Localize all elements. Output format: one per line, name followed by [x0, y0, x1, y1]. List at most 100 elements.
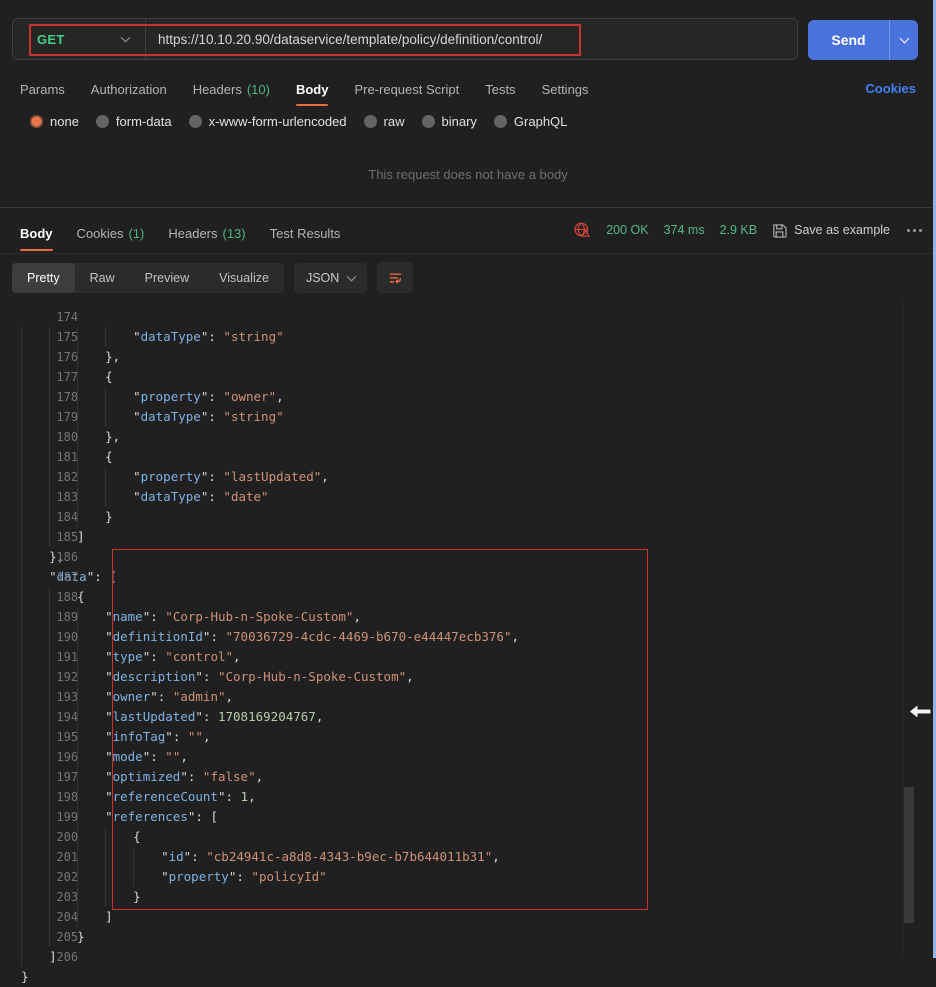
response-tab-test-results[interactable]: Test Results — [270, 215, 341, 251]
json-string: Corp-Hub-n-Spoke-Custom — [218, 669, 406, 684]
body-type-graphql[interactable]: GraphQL — [494, 114, 567, 129]
body-type-x-www-form-urlencoded[interactable]: x-www-form-urlencoded — [189, 114, 347, 129]
body-type-none[interactable]: none — [30, 114, 79, 129]
view-mode-visualize[interactable]: Visualize — [204, 263, 284, 293]
json-key: lastUpdated — [105, 709, 203, 724]
send-button-label: Send — [808, 32, 889, 48]
json-punctuation: : [ — [94, 569, 117, 584]
line-number: 204 — [36, 907, 78, 927]
code-line: 188 name: Corp-Hub-n-Spoke-Custom, — [0, 567, 900, 587]
response-tab-headers[interactable]: Headers (13) — [168, 215, 245, 251]
line-number: 181 — [36, 447, 78, 467]
tab-label: Authorization — [91, 82, 167, 97]
more-options-button[interactable] — [907, 229, 922, 232]
line-number: 178 — [36, 387, 78, 407]
line-number: 179 — [36, 407, 78, 427]
json-punctuation: } — [133, 889, 141, 904]
json-punctuation: : — [150, 649, 165, 664]
code-line: 175 }, — [0, 307, 900, 327]
line-number: 201 — [36, 847, 78, 867]
code-line: 185 }, — [0, 507, 900, 527]
request-tabs: Params Authorization Headers (10) Body P… — [20, 72, 589, 106]
view-mode-raw[interactable]: Raw — [75, 263, 130, 293]
response-size[interactable]: 2.9 KB — [720, 223, 758, 237]
tab-label: Body — [296, 82, 329, 97]
tab-label: Params — [20, 82, 65, 97]
json-key: mode — [105, 749, 150, 764]
json-punctuation: , — [321, 469, 329, 484]
request-tab-pre-request-script[interactable]: Pre-request Script — [354, 72, 459, 106]
save-as-example-button[interactable]: Save as example — [772, 223, 890, 238]
json-punctuation: , — [256, 769, 264, 784]
json-punctuation: , — [248, 789, 256, 804]
scrollbar-thumb[interactable] — [904, 787, 914, 923]
response-tab-body[interactable]: Body — [20, 215, 53, 251]
line-number: 176 — [36, 347, 78, 367]
chevron-down-icon — [121, 33, 131, 43]
body-type-options: none form-data x-www-form-urlencoded raw… — [30, 114, 567, 129]
line-number: 192 — [36, 667, 78, 687]
request-tab-authorization[interactable]: Authorization — [91, 72, 167, 106]
radio-icon — [422, 115, 435, 128]
request-tab-headers[interactable]: Headers (10) — [193, 72, 270, 106]
line-number: 182 — [36, 467, 78, 487]
line-number: 188 — [36, 587, 78, 607]
code-line: 178 dataType: string — [0, 367, 900, 387]
json-punctuation: : — [158, 689, 173, 704]
method-dropdown[interactable]: GET — [13, 19, 145, 59]
cookies-link[interactable]: Cookies — [865, 81, 916, 96]
scrollbar-track[interactable] — [902, 298, 913, 958]
chevron-down-icon — [347, 271, 357, 281]
send-button[interactable]: Send — [808, 20, 918, 60]
body-type-form-data[interactable]: form-data — [96, 114, 172, 129]
url-input[interactable]: https://10.10.20.90/dataservice/template… — [158, 32, 542, 47]
format-dropdown[interactable]: JSON — [294, 263, 367, 293]
json-punctuation: { — [105, 369, 113, 384]
json-string: Corp-Hub-n-Spoke-Custom — [165, 609, 353, 624]
view-mode-pretty[interactable]: Pretty — [12, 263, 75, 293]
json-string: cb24941c-a8d8-4343-b9ec-b7b644011b31 — [206, 849, 492, 864]
network-warning-icon — [573, 221, 591, 239]
json-string: 70036729-4cdc-4469-b670-e44447ecb376 — [226, 629, 512, 644]
divider — [145, 19, 146, 59]
indent-guide — [105, 407, 133, 427]
line-number: 177 — [36, 367, 78, 387]
response-body-json: 174 dataType: string 175 }, 176 { 177 pr… — [0, 287, 900, 947]
json-punctuation: , — [316, 709, 324, 724]
json-punctuation: : — [208, 469, 223, 484]
json-punctuation: } — [21, 969, 29, 984]
json-string: owner — [223, 389, 276, 404]
json-punctuation: : — [208, 489, 223, 504]
status-badge[interactable]: 200 OK — [606, 223, 648, 237]
json-string: string — [223, 409, 283, 424]
json-punctuation: , — [276, 389, 284, 404]
line-number: 180 — [36, 427, 78, 447]
indent-guide — [105, 847, 133, 867]
response-meta: 200 OK 374 ms 2.9 KB Save as example — [573, 221, 922, 239]
panel-divider — [0, 207, 936, 208]
response-tab-cookies[interactable]: Cookies (1) — [77, 215, 145, 251]
code-line: 181 property: lastUpdated, — [0, 427, 900, 447]
radio-icon — [96, 115, 109, 128]
view-mode-preview[interactable]: Preview — [130, 263, 204, 293]
json-punctuation: { — [105, 449, 113, 464]
json-punctuation: , — [226, 689, 234, 704]
line-number: 190 — [36, 627, 78, 647]
request-tab-body[interactable]: Body — [296, 72, 329, 106]
line-number: 193 — [36, 687, 78, 707]
wrap-lines-button[interactable] — [377, 262, 413, 293]
code-line: 182 dataType: date — [0, 447, 900, 467]
json-string: admin — [173, 689, 226, 704]
indent-guide — [105, 487, 133, 507]
json-number: 1 — [241, 789, 249, 804]
body-type-binary[interactable]: binary — [422, 114, 477, 129]
response-time[interactable]: 374 ms — [664, 223, 705, 237]
tab-label: Test Results — [270, 226, 341, 241]
json-string: policyId — [251, 869, 326, 884]
send-options-button[interactable] — [890, 38, 918, 42]
request-tab-settings[interactable]: Settings — [542, 72, 589, 106]
indent-guide — [105, 887, 133, 907]
request-tab-tests[interactable]: Tests — [485, 72, 515, 106]
request-tab-params[interactable]: Params — [20, 72, 65, 106]
body-type-raw[interactable]: raw — [364, 114, 405, 129]
